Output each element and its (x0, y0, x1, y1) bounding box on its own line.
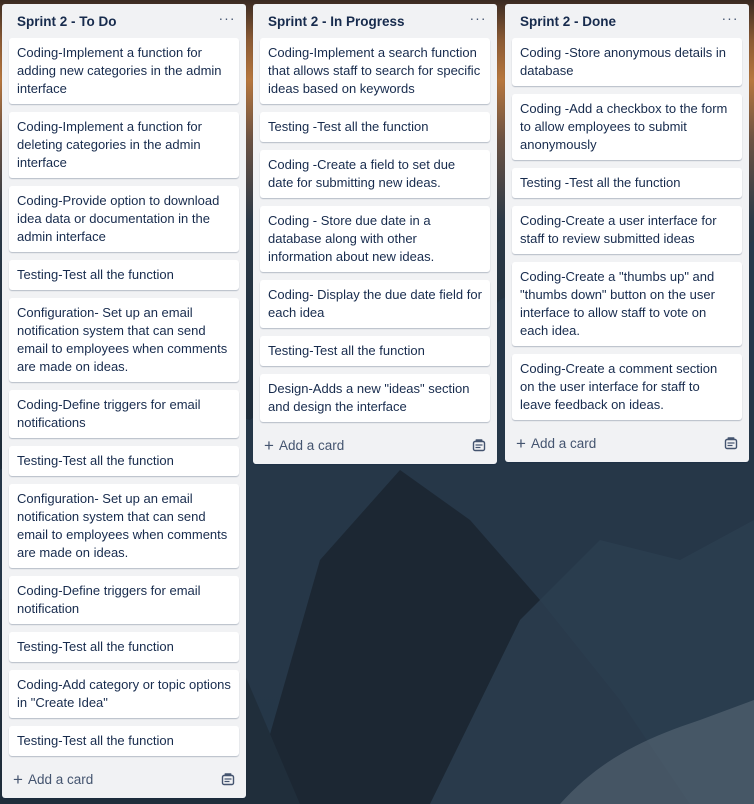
plus-icon: + (13, 769, 23, 789)
card[interactable]: Testing-Test all the function (9, 446, 239, 476)
card[interactable]: Coding - Store due date in a database al… (260, 206, 490, 272)
card-list: Coding -Store anonymous details in datab… (512, 38, 742, 420)
list-footer: + Add a card (9, 760, 239, 798)
card[interactable]: Coding -Add a checkbox to the form to al… (512, 94, 742, 160)
card-template-icon[interactable] (472, 438, 486, 452)
add-card-button[interactable]: + Add a card (516, 435, 596, 452)
card[interactable]: Coding -Create a field to set due date f… (260, 150, 490, 198)
add-card-label: Add a card (530, 435, 597, 451)
list-sprint-2-to-do: Sprint 2 - To Do ··· Coding-Implement a … (2, 4, 246, 798)
card-list: Coding-Implement a function for adding n… (9, 38, 239, 756)
add-card-button[interactable]: + Add a card (264, 437, 344, 454)
card[interactable]: Coding-Create a user interface for staff… (512, 206, 742, 254)
card[interactable]: Coding-Create a "thumbs up" and "thumbs … (512, 262, 742, 346)
card[interactable]: Coding-Define triggers for email notific… (9, 576, 239, 624)
list-sprint-2-in-progress: Sprint 2 - In Progress ··· Coding-Implem… (253, 4, 497, 464)
list-header: Sprint 2 - Done ··· (512, 4, 742, 38)
list-header: Sprint 2 - In Progress ··· (260, 4, 490, 38)
card-list: Coding-Implement a search function that … (260, 38, 490, 422)
card-template-icon[interactable] (724, 436, 738, 450)
list-title[interactable]: Sprint 2 - Done (520, 14, 616, 29)
card[interactable]: Coding-Provide option to download idea d… (9, 186, 239, 252)
list-title[interactable]: Sprint 2 - To Do (17, 14, 117, 29)
add-card-label: Add a card (27, 771, 94, 787)
card[interactable]: Coding-Implement a function for deleting… (9, 112, 239, 178)
card[interactable]: Testing-Test all the function (9, 260, 239, 290)
card[interactable]: Configuration- Set up an email notificat… (9, 298, 239, 382)
card[interactable]: Coding-Add category or topic options in … (9, 670, 239, 718)
card[interactable]: Configuration- Set up an email notificat… (9, 484, 239, 568)
card[interactable]: Testing-Test all the function (9, 726, 239, 756)
plus-icon: + (516, 433, 526, 453)
card[interactable]: Coding -Store anonymous details in datab… (512, 38, 742, 86)
card[interactable]: Coding-Define triggers for email notific… (9, 390, 239, 438)
plus-icon: + (264, 435, 274, 455)
list-header: Sprint 2 - To Do ··· (9, 4, 239, 38)
ellipsis-icon[interactable]: ··· (720, 11, 740, 25)
card[interactable]: Testing-Test all the function (260, 336, 490, 366)
card[interactable]: Design-Adds a new "ideas" section and de… (260, 374, 490, 422)
list-footer: + Add a card (512, 424, 742, 462)
list-title[interactable]: Sprint 2 - In Progress (268, 14, 405, 29)
add-card-label: Add a card (278, 437, 345, 453)
card[interactable]: Coding- Display the due date field for e… (260, 280, 490, 328)
list-sprint-2-done: Sprint 2 - Done ··· Coding -Store anonym… (505, 4, 749, 462)
ellipsis-icon[interactable]: ··· (217, 11, 237, 25)
card[interactable]: Coding-Implement a search function that … (260, 38, 490, 104)
add-card-button[interactable]: + Add a card (13, 771, 93, 788)
card[interactable]: Testing -Test all the function (512, 168, 742, 198)
card[interactable]: Coding-Create a comment section on the u… (512, 354, 742, 420)
card[interactable]: Testing -Test all the function (260, 112, 490, 142)
card[interactable]: Testing-Test all the function (9, 632, 239, 662)
list-footer: + Add a card (260, 426, 490, 464)
ellipsis-icon[interactable]: ··· (468, 11, 488, 25)
card-template-icon[interactable] (221, 772, 235, 786)
card[interactable]: Coding-Implement a function for adding n… (9, 38, 239, 104)
